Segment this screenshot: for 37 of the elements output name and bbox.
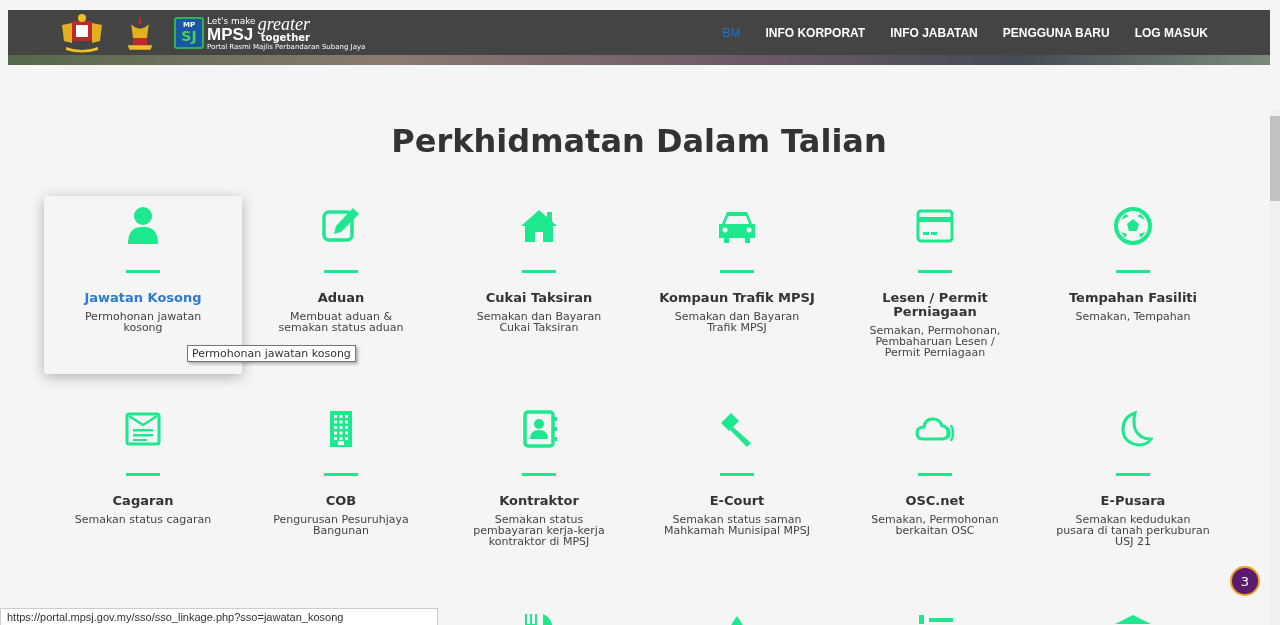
status-bar-url: https://portal.mpsj.gov.my/sso/sso_linkage.php?sso=jawatan_kosong: [0, 608, 438, 625]
service-description: Semakan dan Bayaran Trafik MPSJ: [673, 311, 801, 333]
service-title: OSC.net: [905, 494, 965, 508]
service-description: Membuat aduan & semakan status aduan: [277, 311, 405, 333]
service-description: Pengurusan Pesuruhjaya Bangunan: [272, 514, 410, 536]
service-description: Permohonan jawatan kosong: [83, 311, 203, 333]
service-description: Semakan status pembayaran kerja-kerja kontraktor di MPSJ: [472, 514, 606, 547]
service-link[interactable]: Jawatan Kosong: [84, 291, 202, 305]
service-description: Semakan, Permohonan, Pembaharuan Lesen / Permit Perniagaan: [868, 325, 1002, 358]
logo-script-word: greater: [257, 14, 310, 33]
service-description: Semakan status cagaran: [73, 514, 213, 525]
service-title: Kontraktor: [499, 494, 579, 508]
logo-tagline: Let's make: [207, 16, 256, 26]
service-title: Aduan: [317, 291, 365, 305]
service-description: Semakan dan Bayaran Cukai Taksiran: [475, 311, 603, 333]
service-title: COB: [325, 494, 357, 508]
nav-link[interactable]: PENGGUNA BARU: [1002, 25, 1110, 40]
service-title: Cagaran: [112, 494, 174, 508]
soccer-ball-icon[interactable]: [1113, 206, 1153, 246]
scrollbar[interactable]: [1270, 110, 1280, 625]
service-description: Semakan status saman Mahkamah Munisipal MPSJ: [663, 514, 811, 536]
service-description: Semakan, Tempahan: [1074, 311, 1192, 322]
nav-link[interactable]: LOG MASUK: [1134, 25, 1208, 40]
tooltip: Permohonan jawatan kosong: [187, 345, 356, 362]
service-description: Semakan kedudukan pusara di tanah perkuburan USJ 21: [1055, 514, 1211, 547]
logo-brand: MPSJ: [207, 25, 254, 43]
service-title: E-Court: [709, 494, 765, 508]
service-title: E-Pusara: [1100, 494, 1166, 508]
service-title: Lesen / Permit Perniagaan: [881, 291, 989, 319]
notification-badge[interactable]: 3: [1230, 566, 1260, 596]
nav-link[interactable]: INFO JABATAN: [890, 25, 978, 40]
service-description: Semakan, Permohonan berkaitan OSC: [870, 514, 1000, 536]
nav-link[interactable]: INFO KORPORAT: [765, 25, 866, 40]
service-title: Tempahan Fasiliti: [1068, 291, 1198, 305]
section-heading: Perkhidmatan Dalam Talian: [390, 122, 888, 160]
service-title: Kompaun Trafik MPSJ: [659, 291, 815, 305]
service-title: Cukai Taksiran: [485, 291, 593, 305]
